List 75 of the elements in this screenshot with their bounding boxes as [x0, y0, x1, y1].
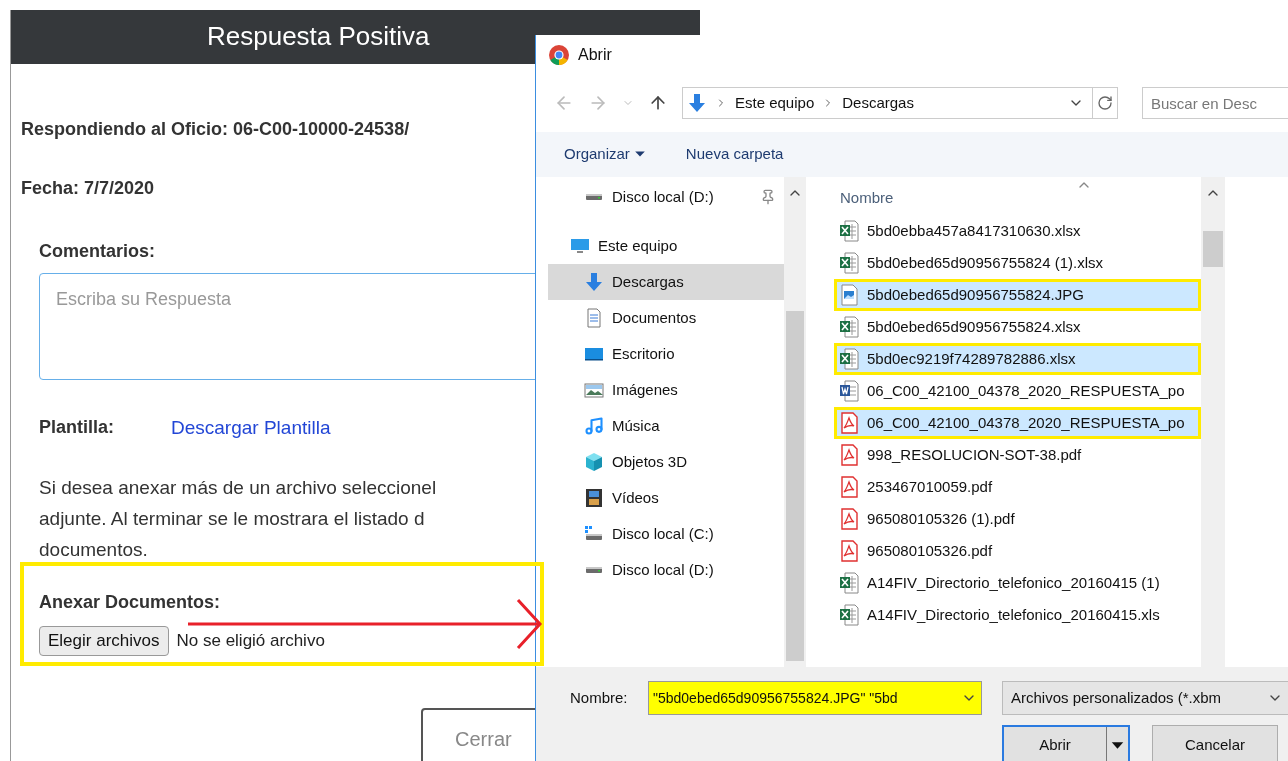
image-file-icon	[839, 283, 859, 308]
download-template-link[interactable]: Descargar Plantilla	[171, 413, 331, 442]
file-type-dropdown[interactable]: Archivos personalizados (*.xbm	[1002, 681, 1288, 715]
spreadsheet-icon	[839, 603, 859, 628]
file-row[interactable]: 5bd0ebed65d90956755824.JPG	[834, 279, 1201, 312]
address-bar[interactable]: Este equipo Descargas	[682, 87, 1118, 120]
file-row[interactable]: 06_C00_42100_04378_2020_RESPUESTA_po	[834, 375, 1201, 408]
modal-title: Respuesta Positiva	[207, 20, 430, 54]
breadcrumb-item[interactable]: Descargas	[842, 91, 914, 115]
music-note-icon	[584, 416, 604, 437]
spreadsheet-icon	[839, 251, 859, 276]
scrollbar[interactable]	[784, 177, 806, 667]
drive-icon	[584, 194, 604, 201]
file-row[interactable]: 965080105326.pdf	[834, 535, 1201, 568]
spreadsheet-icon	[839, 315, 859, 340]
spreadsheet-icon	[839, 571, 859, 596]
pdf-file-icon	[839, 443, 859, 468]
no-file-text: No se eligió archivo	[176, 630, 325, 653]
file-row[interactable]: A14FIV_Directorio_telefonico_20160415.xls	[834, 599, 1201, 632]
breadcrumb-item[interactable]: Este equipo	[735, 91, 815, 115]
nav-pane-item[interactable]: Disco local (D:)	[548, 179, 784, 216]
instruction-text: Si desea anexar más de un archivo seleccionel	[39, 476, 437, 500]
filename-label: Nombre:	[570, 687, 629, 708]
pdf-file-icon	[839, 475, 859, 500]
nav-pane-item[interactable]: Descargas	[548, 264, 784, 301]
download-arrow-icon	[687, 93, 707, 114]
pdf-file-icon	[839, 411, 859, 436]
spreadsheet-icon	[839, 347, 859, 372]
file-row[interactable]: 5bd0ebba457a8417310630.xlsx	[834, 215, 1201, 248]
pin-icon[interactable]	[760, 189, 776, 206]
nav-pane-item[interactable]: Objetos 3D	[548, 444, 784, 481]
scrollbar-thumb[interactable]	[1203, 231, 1223, 268]
attach-label: Anexar Documentos:	[39, 591, 221, 614]
document-icon	[584, 308, 604, 329]
pdf-file-icon	[839, 539, 859, 564]
file-row[interactable]: A14FIV_Directorio_telefonico_20160415 (1)	[834, 567, 1201, 600]
nav-pane-item[interactable]: Este equipo	[548, 228, 784, 265]
date-text: Fecha: 7/7/2020	[21, 176, 155, 200]
oficio-text: Respondiendo al Oficio: 06-C00-10000-24538/	[21, 117, 410, 141]
nav-pane-item[interactable]: Disco local (D:)	[548, 552, 784, 589]
open-button[interactable]: Abrir	[1002, 725, 1130, 761]
download-arrow-icon	[584, 272, 604, 293]
file-row[interactable]: 06_C00_42100_04378_2020_RESPUESTA_po	[834, 407, 1201, 440]
nav-pane-item[interactable]: Vídeos	[548, 480, 784, 517]
search-field[interactable]: Buscar en Desc	[1142, 87, 1288, 120]
comments-label: Comentarios:	[39, 239, 155, 263]
cube-icon	[584, 452, 604, 473]
nav-pane-item[interactable]: Disco local (C:)	[548, 516, 784, 553]
file-row[interactable]: 253467010059.pdf	[834, 471, 1201, 504]
instruction-text: documentos.	[39, 538, 148, 562]
column-header[interactable]: Nombre	[840, 187, 1201, 216]
file-row[interactable]: 5bd0ebed65d90956755824 (1).xlsx	[834, 247, 1201, 280]
choose-files-button[interactable]: Elegir archivos	[39, 626, 169, 656]
film-icon	[584, 488, 604, 509]
browser-logo-icon	[548, 43, 570, 66]
new-folder-button[interactable]: Nueva carpeta	[685, 143, 784, 166]
spreadsheet-icon	[839, 219, 859, 244]
instruction-text: adjunte. Al terminar se le mostrara el listado d	[39, 507, 425, 531]
filename-field[interactable]: "5bd0ebed65d90956755824.JPG" "5bd	[648, 681, 982, 715]
landscape-image-icon	[584, 380, 604, 401]
dialog-title: Abrir	[578, 44, 612, 65]
cancel-button[interactable]: Cancelar	[1152, 725, 1278, 761]
text-document-icon	[839, 379, 859, 404]
nav-pane-item[interactable]: Música	[548, 408, 784, 445]
refresh-icon[interactable]	[1097, 95, 1113, 112]
file-row[interactable]: 998_RESOLUCION-SOT-38.pdf	[834, 439, 1201, 472]
scrollbar-thumb[interactable]	[786, 311, 804, 662]
file-row[interactable]: 5bd0ec9219f74289782886.xlsx	[834, 343, 1201, 376]
template-label: Plantilla:	[39, 416, 115, 440]
drive-icon	[584, 567, 604, 574]
scrollbar[interactable]	[1201, 177, 1225, 667]
file-row[interactable]: 5bd0ebed65d90956755824.xlsx	[834, 311, 1201, 344]
pdf-file-icon	[839, 507, 859, 532]
file-row[interactable]: 965080105326 (1).pdf	[834, 503, 1201, 536]
organize-menu[interactable]: Organizar	[564, 143, 646, 166]
